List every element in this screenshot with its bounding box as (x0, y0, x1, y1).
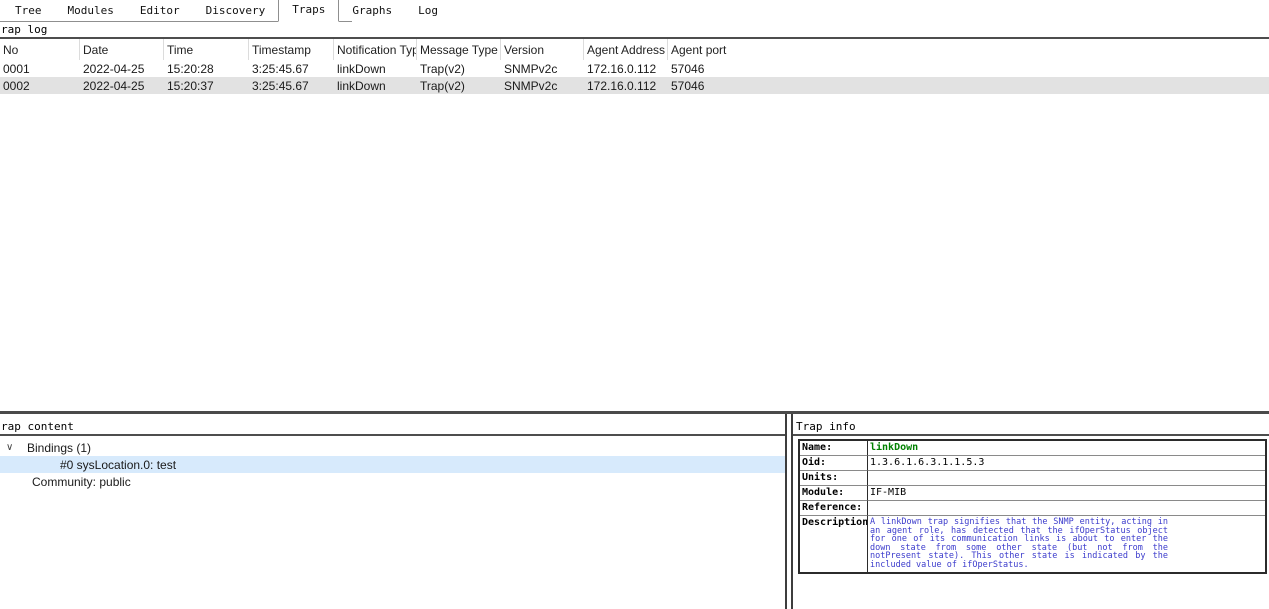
tree-item-community[interactable]: Community: public (0, 473, 785, 490)
log-cell-agent-port: 57046 (668, 79, 1269, 93)
info-value-name: linkDown (870, 442, 918, 453)
log-cell-version: SNMPv2c (501, 62, 584, 76)
vertical-splitter[interactable] (785, 414, 793, 609)
trap-content-panel: rap content ∨ Bindings (1) #0 sysLocatio… (0, 414, 785, 609)
bottom-area: rap content ∨ Bindings (1) #0 sysLocatio… (0, 414, 1269, 609)
column-header-agent-address[interactable]: Agent Address (584, 39, 668, 60)
log-cell-agent-address: 172.16.0.112 (584, 62, 668, 76)
bindings-tree: ∨ Bindings (1) #0 sysLocation.0: test Co… (0, 436, 785, 490)
tab-log[interactable]: Log (405, 1, 451, 21)
tree-item-bindings[interactable]: ∨ Bindings (1) (0, 439, 785, 456)
trap-log-row[interactable]: 0001 2022-04-25 15:20:28 3:25:45.67 link… (0, 60, 1269, 77)
trap-log-row-selected[interactable]: 0002 2022-04-25 15:20:37 3:25:45.67 link… (0, 77, 1269, 94)
log-cell-notification-type: linkDown (334, 79, 417, 93)
log-cell-notification-type: linkDown (334, 62, 417, 76)
trap-content-panel-header: rap content (0, 414, 785, 436)
log-cell-message-type: Trap(v2) (417, 79, 501, 93)
column-header-time[interactable]: Time (164, 39, 249, 60)
info-label-reference: Reference: (800, 501, 868, 516)
tab-editor[interactable]: Editor (127, 1, 193, 21)
chevron-down-icon[interactable]: ∨ (6, 443, 18, 453)
log-cell-timestamp: 3:25:45.67 (249, 79, 334, 93)
log-cell-date: 2022-04-25 (80, 62, 164, 76)
log-cell-no: 0002 (0, 79, 80, 93)
info-value-units (868, 471, 1265, 486)
info-label-oid: Oid: (800, 456, 868, 471)
column-header-date[interactable]: Date (80, 39, 164, 60)
tab-graphs[interactable]: Graphs (339, 1, 405, 21)
trap-log-empty-area (0, 94, 1269, 411)
log-cell-message-type: Trap(v2) (417, 62, 501, 76)
column-header-agent-port[interactable]: Agent port (668, 39, 1269, 60)
trap-info-panel: Trap info Name: linkDown Oid: 1.3.6.1.6.… (793, 414, 1269, 609)
info-label-description: Description: (800, 516, 868, 572)
info-value-description: A linkDown trap signifies that the SNMP … (870, 517, 1168, 571)
trap-content-panel-label: rap content (0, 419, 785, 434)
trap-info-table: Name: linkDown Oid: 1.3.6.1.6.3.1.1.5.3 … (798, 439, 1267, 574)
tab-modules[interactable]: Modules (55, 1, 127, 21)
tab-tree[interactable]: Tree (2, 1, 55, 21)
info-value-reference (868, 501, 1265, 516)
log-cell-no: 0001 (0, 62, 80, 76)
column-header-message-type[interactable]: Message Type (417, 39, 501, 60)
community-label: Community: public (32, 475, 131, 489)
info-label-module: Module: (800, 486, 868, 501)
tree-item-binding-selected[interactable]: #0 sysLocation.0: test (0, 456, 785, 473)
info-value-oid: 1.3.6.1.6.3.1.1.5.3 (868, 456, 1265, 471)
trap-log-panel-label: rap log (0, 22, 1269, 37)
log-cell-time: 15:20:37 (164, 79, 249, 93)
tab-discovery[interactable]: Discovery (193, 1, 279, 21)
column-header-notification-type[interactable]: Notification Typ (334, 39, 417, 60)
binding-item-label: #0 sysLocation.0: test (60, 458, 176, 472)
column-header-no[interactable]: No (0, 39, 80, 60)
trap-info-panel-header: Trap info (793, 414, 1269, 436)
tab-traps[interactable]: Traps (278, 0, 339, 22)
log-cell-timestamp: 3:25:45.67 (249, 62, 334, 76)
trap-log-header-row: No Date Time Timestamp Notification Typ … (0, 39, 1269, 60)
log-cell-agent-address: 172.16.0.112 (584, 79, 668, 93)
column-header-version[interactable]: Version (501, 39, 584, 60)
log-cell-time: 15:20:28 (164, 62, 249, 76)
info-label-name: Name: (800, 441, 868, 456)
info-label-units: Units: (800, 471, 868, 486)
log-cell-agent-port: 57046 (668, 62, 1269, 76)
bindings-label: Bindings (1) (27, 441, 91, 455)
trap-info-panel-label: Trap info (793, 419, 1269, 434)
tab-bar: Tree Modules Editor Discovery Traps Grap… (0, 0, 352, 22)
trap-log-panel-header: rap log (0, 22, 1269, 39)
info-value-module: IF-MIB (868, 486, 1265, 501)
log-cell-version: SNMPv2c (501, 79, 584, 93)
column-header-timestamp[interactable]: Timestamp (249, 39, 334, 60)
log-cell-date: 2022-04-25 (80, 79, 164, 93)
